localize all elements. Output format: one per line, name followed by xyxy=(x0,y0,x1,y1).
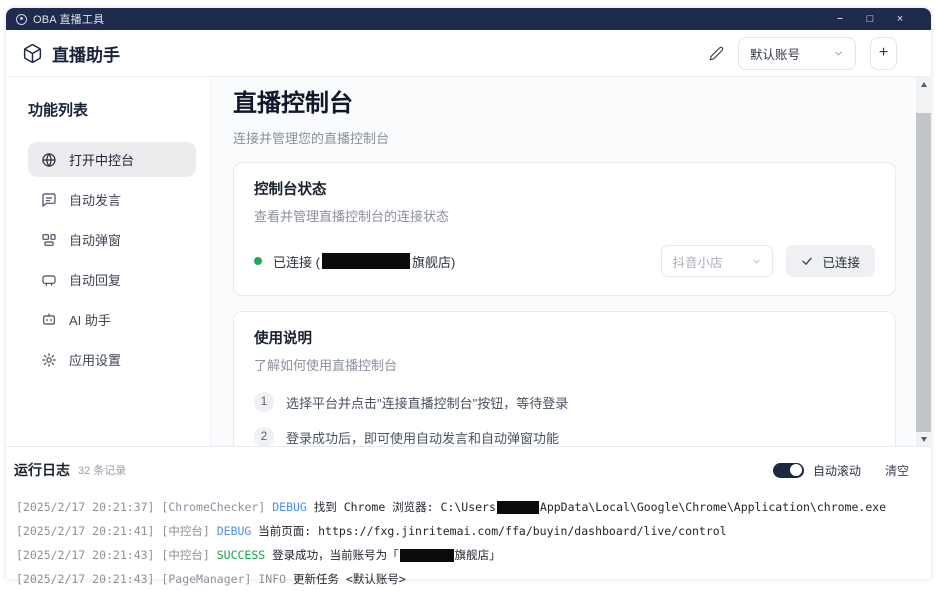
package-icon xyxy=(22,43,43,64)
log-lines: [2025/2/17 20:21:37] [ChromeChecker] DEB… xyxy=(6,487,931,591)
vertical-scrollbar[interactable] xyxy=(916,77,931,446)
platform-select[interactable]: 抖音小店 xyxy=(661,245,773,277)
sidebar-item-label: 自动回复 xyxy=(69,270,121,289)
bot-icon xyxy=(41,312,57,328)
sidebar: 功能列表 打开中控台 xyxy=(6,77,211,446)
globe-icon xyxy=(41,152,57,168)
guide-card-subtitle: 了解如何使用直播控制台 xyxy=(254,355,875,374)
scroll-down-arrow-icon[interactable] xyxy=(916,432,931,446)
connected-button[interactable]: 已连接 xyxy=(786,245,875,277)
content-title: 直播控制台 xyxy=(233,89,896,119)
account-select[interactable]: 默认账号 xyxy=(738,37,856,70)
sidebar-item-app-settings[interactable]: 应用设置 xyxy=(28,342,196,377)
close-button[interactable]: × xyxy=(885,8,915,30)
sidebar-item-auto-speak[interactable]: 自动发言 xyxy=(28,182,196,217)
redacted-shop-name xyxy=(322,253,410,269)
guide-step: 1 选择平台并点击"连接直播控制台"按钮，等待登录 xyxy=(254,392,875,412)
guide-card-title: 使用说明 xyxy=(254,327,875,348)
sidebar-nav: 打开中控台 自动发言 xyxy=(28,142,196,377)
log-level: DEBUG xyxy=(217,524,252,538)
log-entry: [2025/2/17 20:21:37] [ChromeChecker] DEB… xyxy=(16,495,923,519)
page-title: 直播助手 xyxy=(52,41,120,66)
log-entry: [2025/2/17 20:21:43] [PageManager] INFO … xyxy=(16,567,923,591)
scrollbar-thumb[interactable] xyxy=(916,113,931,432)
connection-status-row: 已连接 (旗舰店) 抖音小店 已连 xyxy=(254,245,875,277)
main-content: 直播控制台 连接并管理您的直播控制台 控制台状态 查看并管理直播控制台的连接状态… xyxy=(211,77,916,446)
edit-account-icon[interactable] xyxy=(709,46,724,61)
step-text: 登录成功后，即可使用自动发言和自动弹窗功能 xyxy=(286,428,559,447)
minimize-button[interactable]: − xyxy=(825,8,855,30)
window-title: OBA 直播工具 xyxy=(33,11,104,27)
chat-bubble-icon xyxy=(41,192,57,208)
sidebar-item-auto-reply[interactable]: 自动回复 xyxy=(28,262,196,297)
autoscroll-label: 自动滚动 xyxy=(813,462,861,479)
usage-guide-card: 使用说明 了解如何使用直播控制台 1 选择平台并点击"连接直播控制台"按钮，等待… xyxy=(233,311,896,446)
sidebar-heading: 功能列表 xyxy=(28,99,196,120)
panels-icon xyxy=(41,232,57,248)
chevron-down-icon xyxy=(751,256,762,267)
status-card-title: 控制台状态 xyxy=(254,178,875,199)
check-icon xyxy=(801,255,813,267)
clear-log-button[interactable]: 清空 xyxy=(885,462,909,479)
guide-step: 2 登录成功后，即可使用自动发言和自动弹窗功能 xyxy=(254,427,875,446)
add-account-button[interactable]: + xyxy=(870,37,897,70)
scroll-up-arrow-icon[interactable] xyxy=(916,77,931,91)
sidebar-item-open-console[interactable]: 打开中控台 xyxy=(28,142,196,177)
step-text: 选择平台并点击"连接直播控制台"按钮，等待登录 xyxy=(286,393,568,412)
window-body: 功能列表 打开中控台 xyxy=(6,77,931,446)
scrollbar-track[interactable] xyxy=(916,91,931,432)
maximize-button[interactable]: □ xyxy=(855,8,885,30)
log-panel: 运行日志 32 条记录 自动滚动 清空 [2025/2/17 20:21:37]… xyxy=(6,446,931,579)
log-level: DEBUG xyxy=(272,500,307,514)
app-icon xyxy=(16,14,27,25)
message-icon xyxy=(41,272,57,288)
platform-select-value: 抖音小店 xyxy=(672,252,722,271)
log-header: 运行日志 32 条记录 自动滚动 清空 xyxy=(6,447,931,487)
log-level: SUCCESS xyxy=(217,548,265,562)
sidebar-item-label: AI 助手 xyxy=(69,310,111,329)
step-number: 1 xyxy=(254,392,274,412)
autoscroll-toggle[interactable] xyxy=(773,463,804,478)
log-title: 运行日志 xyxy=(14,460,70,480)
log-entry: [2025/2/17 20:21:43] [中控台] SUCCESS 登录成功，… xyxy=(16,543,923,567)
account-select-value: 默认账号 xyxy=(750,44,800,63)
sidebar-item-label: 自动发言 xyxy=(69,190,121,209)
window-controls: − □ × xyxy=(825,8,921,30)
status-dot xyxy=(254,257,262,265)
console-status-card: 控制台状态 查看并管理直播控制台的连接状态 已连接 (旗舰店) 抖音小店 xyxy=(233,162,896,296)
chevron-down-icon xyxy=(833,48,844,59)
app-window: OBA 直播工具 − □ × 直播助手 默认账号 xyxy=(6,8,931,579)
sidebar-item-ai-assistant[interactable]: AI 助手 xyxy=(28,302,196,337)
log-entry: [2025/2/17 20:21:41] [中控台] DEBUG 当前页面: h… xyxy=(16,519,923,543)
step-number: 2 xyxy=(254,427,274,446)
status-card-subtitle: 查看并管理直播控制台的连接状态 xyxy=(254,206,875,225)
sidebar-item-label: 打开中控台 xyxy=(69,150,134,169)
log-count-badge: 32 条记录 xyxy=(78,462,126,478)
connection-status-text: 已连接 (旗舰店) xyxy=(273,252,455,271)
app-header: 直播助手 默认账号 + xyxy=(6,30,931,77)
titlebar[interactable]: OBA 直播工具 − □ × xyxy=(6,8,931,30)
gear-icon xyxy=(41,352,57,368)
sidebar-item-label: 应用设置 xyxy=(69,350,121,369)
log-level: INFO xyxy=(258,572,286,586)
sidebar-item-label: 自动弹窗 xyxy=(69,230,121,249)
redacted-shop-name xyxy=(400,549,454,562)
redacted-username xyxy=(497,501,539,514)
sidebar-item-auto-popup[interactable]: 自动弹窗 xyxy=(28,222,196,257)
content-subtitle: 连接并管理您的直播控制台 xyxy=(233,128,896,147)
